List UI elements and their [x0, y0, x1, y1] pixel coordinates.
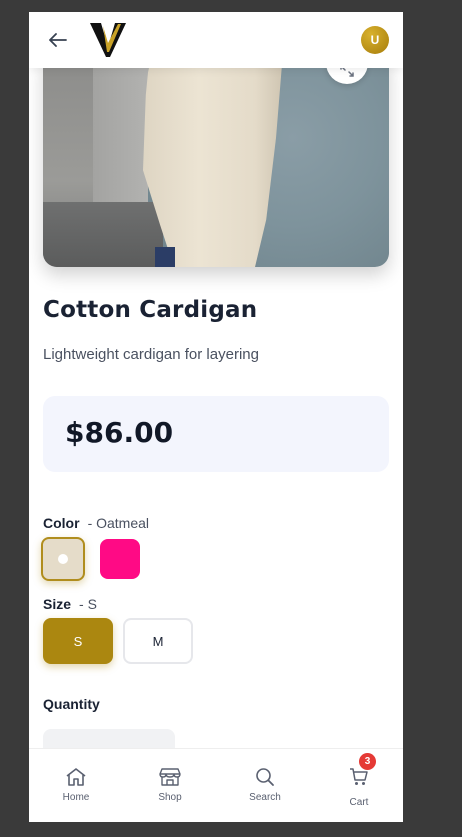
- price-box: $86.00: [43, 396, 389, 472]
- logo-v-icon: [90, 23, 126, 57]
- nav-label-shop: Shop: [158, 792, 182, 803]
- search-icon: [256, 768, 274, 786]
- size-selected-value: - S: [79, 596, 97, 612]
- user-avatar[interactable]: U: [361, 26, 389, 54]
- product-price: $86.00: [65, 416, 174, 449]
- product-description: Lightweight cardigan for layering: [43, 346, 259, 363]
- phone-screen: U Cotton Cardigan Lightweight cardigan f…: [29, 12, 403, 822]
- image-cardigan: [143, 52, 283, 267]
- nav-item-search[interactable]: Search: [230, 767, 300, 803]
- nav-label-home: Home: [62, 792, 90, 803]
- product-title: Cotton Cardigan: [43, 297, 258, 323]
- quantity-label-row: Quantity: [43, 696, 100, 712]
- size-button-m[interactable]: M: [123, 618, 193, 664]
- color-selected-value: - Oatmeal: [87, 515, 150, 531]
- color-swatch-pink[interactable]: [100, 539, 140, 579]
- shop-icon: [159, 768, 181, 786]
- nav-item-shop[interactable]: Shop: [135, 767, 205, 803]
- nav-item-home[interactable]: Home: [41, 767, 111, 803]
- back-arrow-icon: [49, 33, 67, 47]
- color-label-row: Color - Oatmeal: [43, 515, 149, 531]
- brand-logo[interactable]: [89, 21, 127, 59]
- quantity-label: Quantity: [43, 696, 100, 712]
- size-label: Size: [43, 596, 72, 612]
- cart-count-badge: 3: [359, 753, 376, 770]
- back-button[interactable]: [47, 30, 69, 50]
- cart-icon-wrap: 3: [349, 753, 376, 792]
- selected-dot-icon: [58, 554, 68, 564]
- cart-icon: [350, 768, 368, 785]
- size-label-row: Size - S: [43, 596, 97, 612]
- nav-label-cart: Cart: [349, 797, 369, 808]
- image-floor: [43, 202, 163, 267]
- nav-item-cart[interactable]: 3 Cart: [324, 753, 394, 808]
- home-icon: [66, 768, 86, 786]
- image-jeans: [155, 247, 175, 267]
- nav-label-search: Search: [249, 792, 281, 803]
- product-image[interactable]: [43, 52, 389, 267]
- color-swatch-oatmeal[interactable]: [41, 537, 85, 581]
- color-label: Color: [43, 515, 80, 531]
- bottom-navigation: Home Shop Search 3 Cart: [29, 748, 403, 822]
- size-button-s[interactable]: S: [43, 618, 113, 664]
- top-header: U: [29, 12, 403, 68]
